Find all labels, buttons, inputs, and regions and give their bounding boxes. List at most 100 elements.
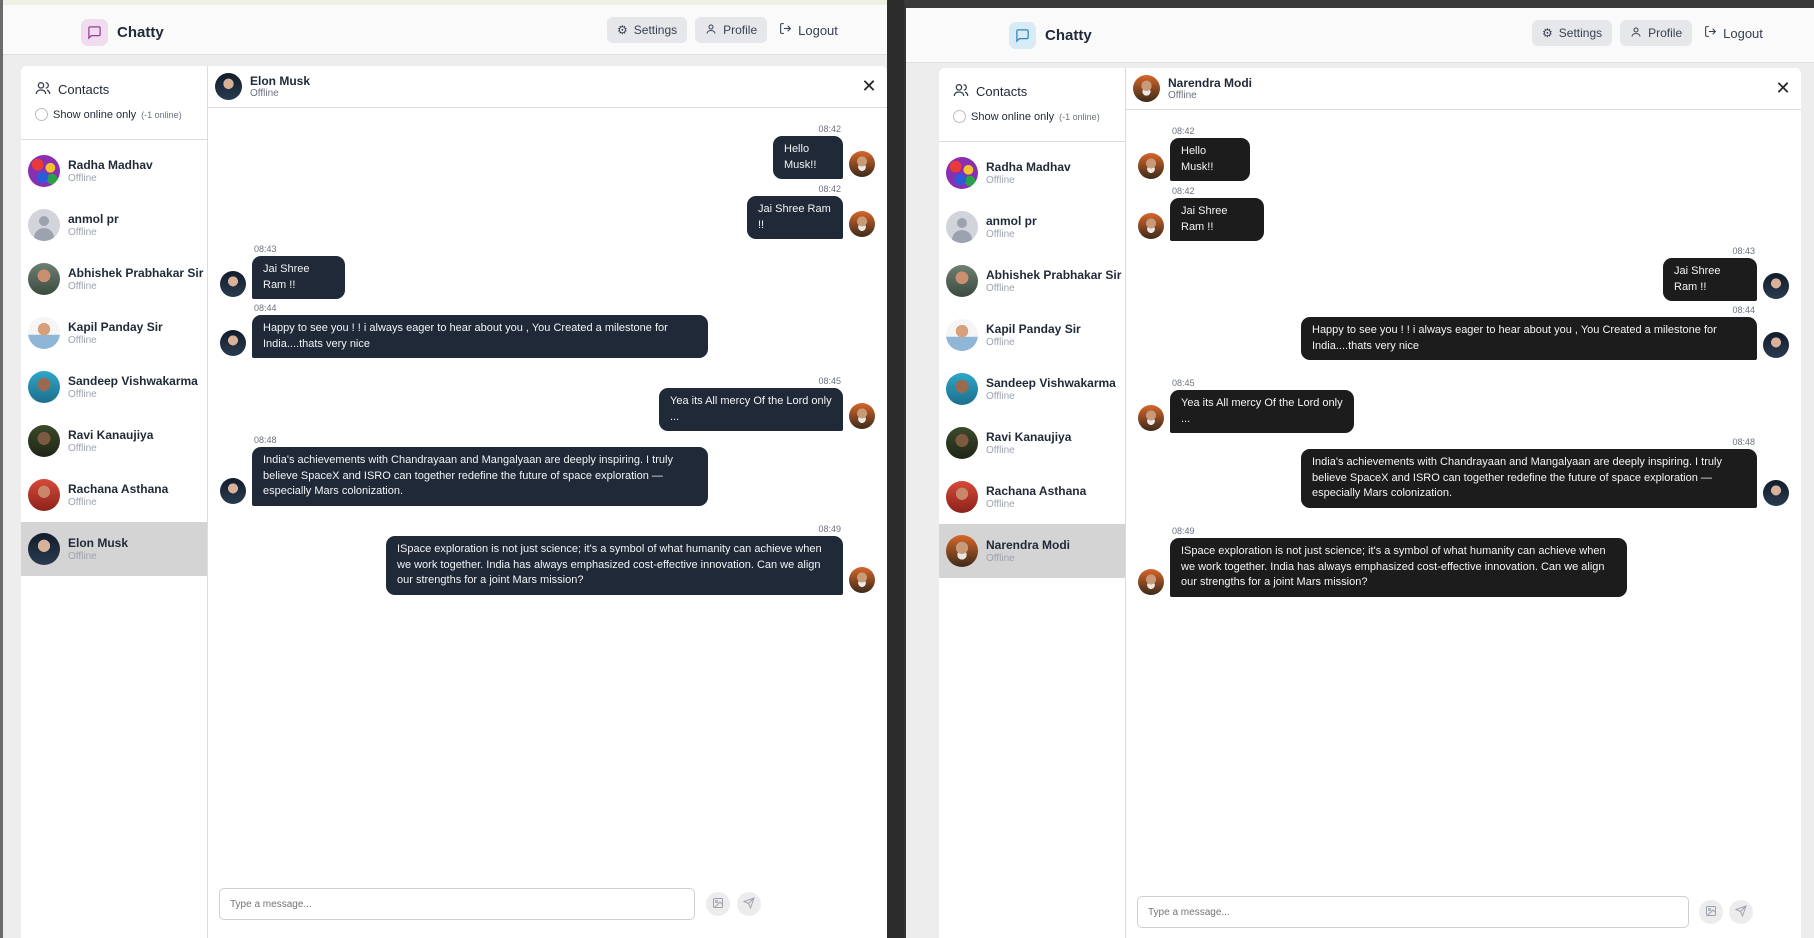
contact-avatar bbox=[946, 535, 978, 567]
contact-item[interactable]: anmol pr Offline bbox=[939, 200, 1125, 254]
profile-button[interactable]: Profile bbox=[1620, 20, 1693, 46]
message-composer bbox=[208, 866, 887, 938]
contact-item[interactable]: Abhishek Prabhakar Sir Offline bbox=[21, 252, 207, 306]
contact-name: Abhishek Prabhakar Sir bbox=[68, 265, 204, 280]
contact-name: Narendra Modi bbox=[986, 537, 1071, 552]
logout-button[interactable]: Logout bbox=[775, 17, 842, 43]
right-browser-window: Chatty ⚙ Settings Profile Logout Contact… bbox=[904, 0, 1814, 938]
message-input[interactable] bbox=[219, 888, 695, 920]
logout-icon bbox=[1704, 25, 1717, 41]
close-icon: ✕ bbox=[1775, 78, 1791, 98]
logout-button[interactable]: Logout bbox=[1700, 20, 1767, 46]
contacts-title: Contacts bbox=[58, 82, 110, 97]
settings-button[interactable]: ⚙ Settings bbox=[1532, 20, 1613, 46]
contact-avatar bbox=[28, 479, 60, 511]
settings-button[interactable]: ⚙ Settings bbox=[607, 17, 688, 43]
contact-item[interactable]: Rachana Asthana Offline bbox=[21, 468, 207, 522]
message-avatar bbox=[849, 403, 875, 429]
close-chat-button[interactable]: ✕ bbox=[1775, 78, 1791, 98]
contact-item[interactable]: Radha Madhav Offline bbox=[939, 146, 1125, 200]
contact-item[interactable]: Narendra Modi Offline bbox=[939, 524, 1125, 578]
contact-name: Abhishek Prabhakar Sir bbox=[986, 267, 1122, 282]
settings-label: Settings bbox=[633, 23, 678, 37]
contact-avatar bbox=[946, 427, 978, 459]
contact-status: Offline bbox=[986, 228, 1015, 240]
nav-actions: ⚙ Settings Profile Logout bbox=[1532, 20, 1767, 46]
contact-item[interactable]: Kapil Panday Sir Offline bbox=[21, 306, 207, 360]
contact-name: Kapil Panday Sir bbox=[986, 321, 1081, 336]
contact-item[interactable]: anmol pr Offline bbox=[21, 198, 207, 252]
contact-name: anmol pr bbox=[986, 213, 1037, 228]
send-icon bbox=[1734, 904, 1747, 920]
users-icon bbox=[953, 82, 969, 101]
contact-item[interactable]: Abhishek Prabhakar Sir Offline bbox=[939, 254, 1125, 308]
contact-status: Offline bbox=[986, 174, 1015, 186]
contact-avatar bbox=[946, 319, 978, 351]
message-time: 08:48 bbox=[1732, 437, 1755, 447]
message-incoming: 08:49 ISpace exploration is not just scie… bbox=[1126, 526, 1801, 599]
send-icon bbox=[742, 896, 755, 912]
send-button[interactable] bbox=[737, 892, 761, 916]
message-time: 08:42 bbox=[818, 184, 841, 194]
logout-icon bbox=[779, 22, 792, 38]
message-incoming: 08:42 Jai Shree Ram !! bbox=[1126, 186, 1801, 243]
contacts-sidebar: Contacts Show online only (-1 online) Ra… bbox=[21, 66, 208, 938]
app-name: Chatty bbox=[1045, 27, 1092, 44]
app-name: Chatty bbox=[117, 24, 164, 41]
send-button[interactable] bbox=[1729, 900, 1753, 924]
attach-image-button[interactable] bbox=[1699, 900, 1723, 924]
contact-avatar bbox=[28, 209, 60, 241]
logout-label: Logout bbox=[1723, 25, 1763, 41]
message-avatar bbox=[1138, 405, 1164, 431]
contact-status: Offline bbox=[68, 172, 97, 184]
message-incoming: 08:45 Yea its All mercy Of the Lord only … bbox=[1126, 378, 1801, 435]
close-chat-button[interactable]: ✕ bbox=[861, 77, 877, 95]
message-bubble: Jai Shree Ram !! bbox=[747, 196, 843, 239]
contact-item[interactable]: Sandeep Vishwakarma Offline bbox=[21, 360, 207, 414]
profile-button[interactable]: Profile bbox=[695, 17, 768, 43]
message-bubble: Hello Musk!! bbox=[773, 136, 843, 179]
contact-name: Kapil Panday Sir bbox=[68, 319, 163, 334]
contact-name: anmol pr bbox=[68, 211, 119, 226]
message-outgoing: 08:42 Hello Musk!! bbox=[208, 124, 887, 181]
contact-name: Radha Madhav bbox=[986, 159, 1071, 174]
message-time: 08:42 bbox=[1172, 186, 1195, 196]
message-time: 08:49 bbox=[818, 524, 841, 534]
user-icon bbox=[705, 23, 717, 38]
contact-status: Offline bbox=[68, 388, 97, 400]
chat-container: Contacts Show online only (-1 online) Ra… bbox=[21, 66, 887, 938]
brand[interactable]: Chatty bbox=[81, 19, 164, 46]
online-only-checkbox[interactable] bbox=[953, 110, 966, 123]
contact-item[interactable]: Ravi Kanaujiya Offline bbox=[939, 416, 1125, 470]
contact-item[interactable]: Rachana Asthana Offline bbox=[939, 470, 1125, 524]
nav-actions: ⚙ Settings Profile Logout bbox=[607, 17, 842, 43]
contact-status: Offline bbox=[986, 498, 1015, 510]
online-only-checkbox[interactable] bbox=[35, 108, 48, 121]
contact-item[interactable]: Kapil Panday Sir Offline bbox=[939, 308, 1125, 362]
contact-status: Offline bbox=[986, 552, 1015, 564]
chat-container: Contacts Show online only (-1 online) Ra… bbox=[939, 68, 1801, 938]
contact-name: Radha Madhav bbox=[68, 157, 153, 172]
message-input[interactable] bbox=[1137, 896, 1689, 928]
message-incoming: 08:43 Jai Shree Ram !! bbox=[208, 244, 887, 301]
message-incoming: 08:44 Happy to see you ! ! i always eager… bbox=[208, 303, 887, 360]
attach-image-button[interactable] bbox=[706, 892, 730, 916]
navbar: Chatty ⚙ Settings Profile Logout bbox=[3, 0, 904, 55]
contact-item[interactable]: Sandeep Vishwakarma Offline bbox=[939, 362, 1125, 416]
users-icon bbox=[35, 80, 51, 99]
chat-header-name: Elon Musk bbox=[250, 73, 311, 88]
message-avatar bbox=[220, 330, 246, 356]
contacts-title: Contacts bbox=[976, 84, 1028, 99]
contact-item[interactable]: Ravi Kanaujiya Offline bbox=[21, 414, 207, 468]
contact-item[interactable]: Radha Madhav Offline bbox=[21, 144, 207, 198]
contact-avatar bbox=[946, 373, 978, 405]
message-incoming: 08:42 Hello Musk!! bbox=[1126, 126, 1801, 183]
message-bubble: India's achievements with Chandrayaan an… bbox=[252, 447, 708, 506]
message-outgoing: 08:43 Jai Shree Ram !! bbox=[1126, 246, 1801, 303]
chat-bubble-icon bbox=[81, 19, 108, 46]
contact-item[interactable]: Elon Musk Offline bbox=[21, 522, 207, 576]
sidebar-header: Contacts Show online only (-1 online) bbox=[21, 66, 207, 140]
brand[interactable]: Chatty bbox=[1009, 22, 1092, 49]
message-time: 08:45 bbox=[1172, 378, 1195, 388]
contact-avatar bbox=[28, 425, 60, 457]
